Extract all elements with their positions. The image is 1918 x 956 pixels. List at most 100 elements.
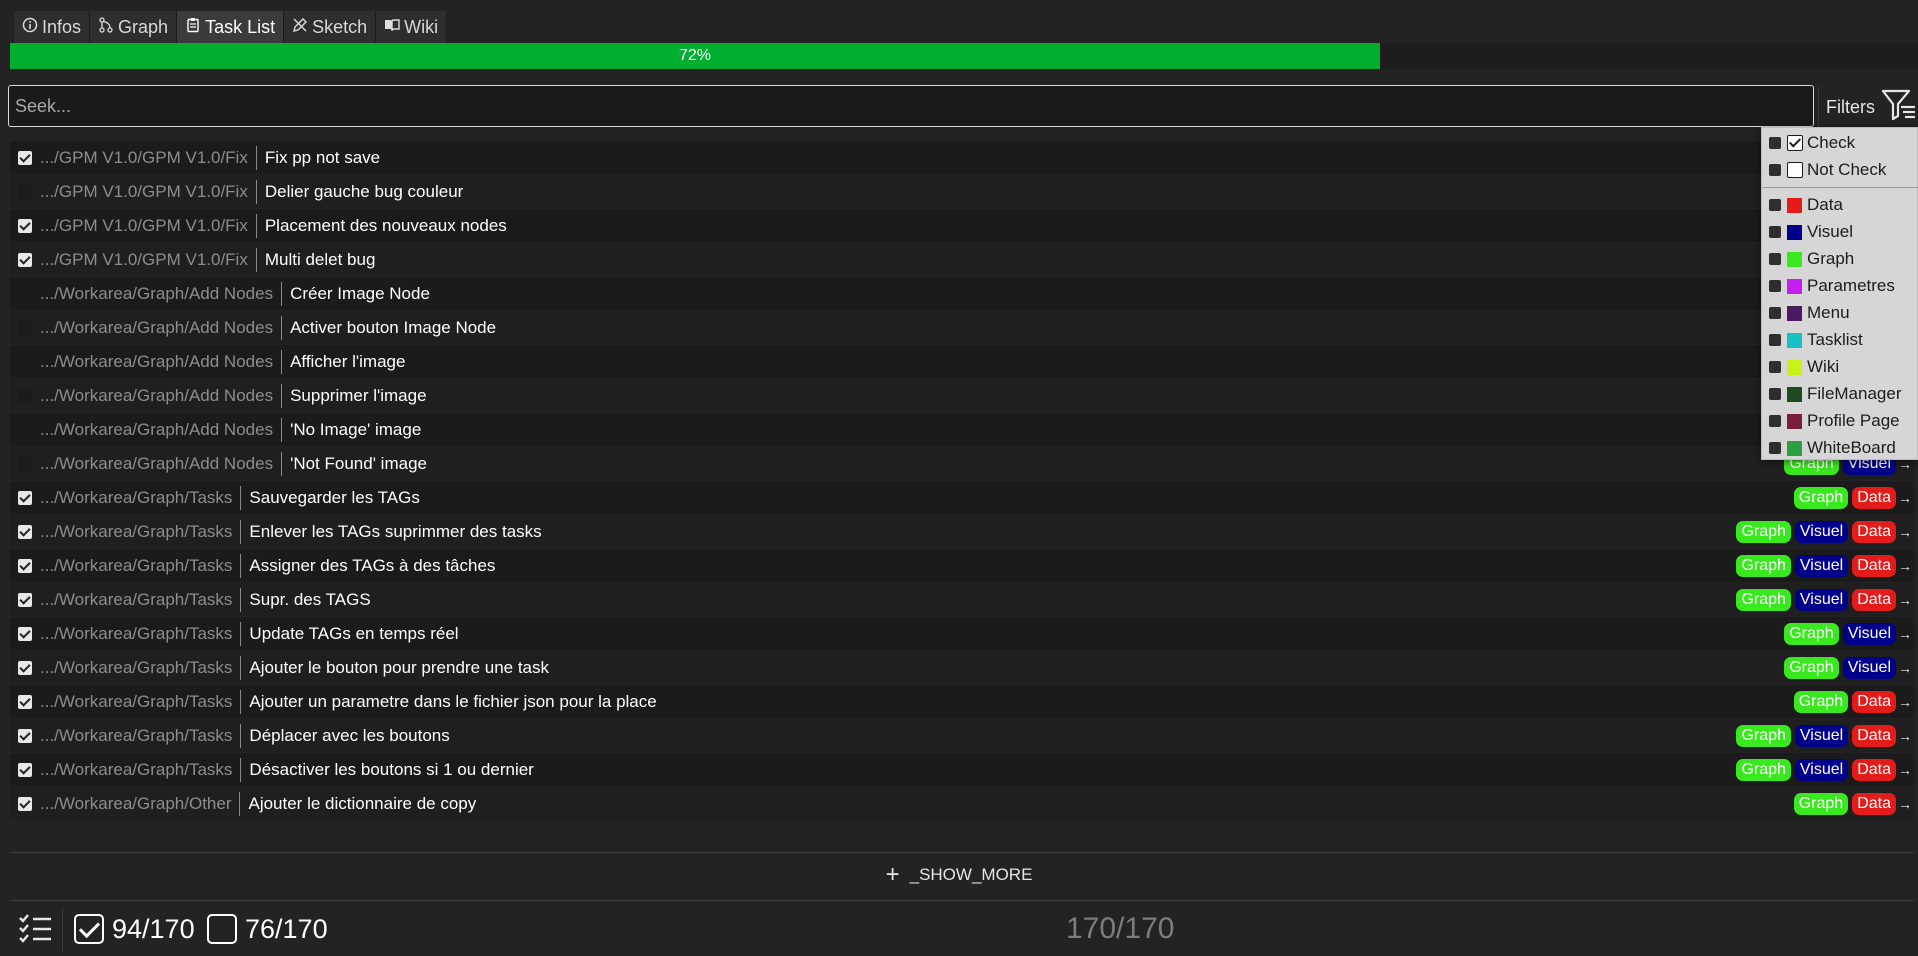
arrow-right-icon[interactable]: →: [1898, 624, 1912, 644]
color-swatch: [1787, 278, 1802, 294]
filter-option-profile-page[interactable]: Profile Page: [1762, 408, 1918, 434]
filter-option-whiteboard[interactable]: WhiteBoard: [1762, 435, 1918, 461]
task-checkbox[interactable]: [18, 286, 32, 301]
show-more-button[interactable]: + _SHOW_MORE: [0, 860, 1918, 890]
filter-checkbox[interactable]: [1769, 199, 1781, 211]
filter-checkbox[interactable]: [1769, 253, 1781, 265]
checked-count-stat[interactable]: 94/170: [74, 912, 195, 946]
tag-badge: Graph: [1793, 487, 1849, 509]
task-row[interactable]: .../Workarea/Graph/Tasks Sauvegarder les …: [10, 481, 1914, 515]
search-input[interactable]: [8, 85, 1814, 127]
task-checkbox[interactable]: [18, 388, 32, 403]
task-checkbox[interactable]: [18, 456, 32, 471]
task-checkbox[interactable]: [18, 626, 32, 641]
filter-option-label: Graph: [1807, 249, 1855, 268]
task-row[interactable]: .../Workarea/Graph/Other Ajouter le dicti…: [10, 787, 1914, 821]
task-row[interactable]: .../GPM V1.0/GPM V1.0/Fix Multi delet bug…: [10, 243, 1914, 277]
filter-checkbox[interactable]: [1769, 164, 1781, 176]
filter-option-graph[interactable]: Graph: [1762, 246, 1918, 272]
task-checkbox[interactable]: [18, 592, 32, 607]
tab-task-list[interactable]: Task List: [177, 11, 285, 43]
task-list: .../GPM V1.0/GPM V1.0/Fix Fix pp not save…: [10, 141, 1914, 821]
filter-checkbox[interactable]: [1769, 280, 1781, 292]
task-row[interactable]: .../Workarea/Graph/Tasks Enlever les TAGs…: [10, 515, 1914, 549]
task-row[interactable]: .../Workarea/Graph/Tasks Ajouter un param…: [10, 685, 1914, 719]
task-row[interactable]: .../Workarea/Graph/Add Nodes Créer Image …: [10, 277, 1914, 311]
arrow-right-icon[interactable]: →: [1898, 590, 1912, 610]
filter-option-check[interactable]: Check: [1762, 130, 1918, 156]
task-checkbox[interactable]: [18, 252, 32, 267]
task-checkbox[interactable]: [18, 694, 32, 709]
arrow-right-icon[interactable]: →: [1898, 522, 1912, 542]
filter-option-wiki[interactable]: Wiki: [1762, 354, 1918, 380]
filter-option-data[interactable]: Data: [1762, 192, 1918, 218]
task-path: .../Workarea/Graph/Add Nodes: [40, 349, 283, 374]
task-row[interactable]: .../GPM V1.0/GPM V1.0/Fix Placement des n…: [10, 209, 1914, 243]
task-checkbox[interactable]: [18, 422, 32, 437]
task-row[interactable]: .../Workarea/Graph/Add Nodes Activer bout…: [10, 311, 1914, 345]
filter-checkbox[interactable]: [1769, 415, 1781, 427]
filter-option-not-check[interactable]: Not Check: [1762, 157, 1918, 183]
task-title: Ajouter un parametre dans le fichier jso…: [249, 691, 657, 711]
checklist-icon[interactable]: [18, 912, 52, 946]
filter-option-menu[interactable]: Menu: [1762, 300, 1918, 326]
filter-checkbox[interactable]: [1769, 307, 1781, 319]
unchecked-count-stat[interactable]: 76/170: [207, 912, 328, 946]
arrow-right-icon[interactable]: →: [1898, 658, 1912, 678]
filter-checkbox[interactable]: [1769, 388, 1781, 400]
tab-sketch[interactable]: Sketch: [284, 11, 377, 43]
task-checkbox[interactable]: [18, 660, 32, 675]
tab-infos[interactable]: Infos: [14, 11, 91, 43]
task-checkbox[interactable]: [18, 728, 32, 743]
filter-option-label: Tasklist: [1807, 330, 1863, 349]
arrow-right-icon[interactable]: →: [1898, 726, 1912, 746]
task-row[interactable]: .../Workarea/Graph/Add Nodes Afficher l'i…: [10, 345, 1914, 379]
task-tags: Graph Visuel Data: [1736, 521, 1896, 543]
filter-checkbox[interactable]: [1769, 137, 1781, 149]
filters-button[interactable]: Filters: [1826, 89, 1917, 124]
task-row[interactable]: .../Workarea/Graph/Tasks Désactiver les b…: [10, 753, 1914, 787]
task-row[interactable]: .../Workarea/Graph/Tasks Supr. des TAGS Gr…: [10, 583, 1914, 617]
task-checkbox[interactable]: [18, 184, 32, 199]
task-row[interactable]: .../Workarea/Graph/Tasks Ajouter le bouto…: [10, 651, 1914, 685]
arrow-right-icon[interactable]: →: [1898, 488, 1912, 508]
task-row[interactable]: .../Workarea/Graph/Add Nodes 'Not Found' …: [10, 447, 1914, 481]
task-row[interactable]: .../GPM V1.0/GPM V1.0/Fix Fix pp not save…: [10, 141, 1914, 175]
filter-checkbox[interactable]: [1769, 226, 1781, 238]
arrow-right-icon[interactable]: →: [1898, 760, 1912, 780]
book-icon: [384, 17, 400, 38]
arrow-right-icon[interactable]: →: [1898, 556, 1912, 576]
task-checkbox[interactable]: [18, 354, 32, 369]
filter-option-visuel[interactable]: Visuel: [1762, 219, 1918, 245]
task-checkbox[interactable]: [18, 524, 32, 539]
task-row[interactable]: .../Workarea/Graph/Add Nodes Supprimer l'…: [10, 379, 1914, 413]
filter-checkbox[interactable]: [1769, 361, 1781, 373]
task-checkbox[interactable]: [18, 796, 32, 811]
task-row[interactable]: .../GPM V1.0/GPM V1.0/Fix Delier gauche b…: [10, 175, 1914, 209]
filter-option-label: Parametres: [1807, 276, 1895, 295]
task-tags: Graph Visuel Data: [1736, 555, 1896, 577]
tab-graph[interactable]: Graph: [90, 11, 178, 43]
filter-option-filemanager[interactable]: FileManager: [1762, 381, 1918, 407]
task-title: Delier gauche bug couleur: [264, 181, 464, 201]
task-checkbox[interactable]: [18, 320, 32, 335]
task-checkbox[interactable]: [18, 762, 32, 777]
arrow-right-icon[interactable]: →: [1898, 692, 1912, 712]
filter-option-tasklist[interactable]: Tasklist: [1762, 327, 1918, 353]
task-checkbox[interactable]: [18, 558, 32, 573]
filter-option-parametres[interactable]: Parametres: [1762, 273, 1918, 299]
empty-box-icon: [1787, 162, 1803, 178]
arrow-right-icon[interactable]: →: [1898, 794, 1912, 814]
task-checkbox[interactable]: [18, 490, 32, 505]
task-row[interactable]: .../Workarea/Graph/Add Nodes 'No Image' i…: [10, 413, 1914, 447]
task-title: Activer bouton Image Node: [290, 317, 497, 337]
tab-wiki[interactable]: Wiki: [376, 11, 448, 43]
task-row[interactable]: .../Workarea/Graph/Tasks Update TAGs en t…: [10, 617, 1914, 651]
filter-checkbox[interactable]: [1769, 334, 1781, 346]
task-checkbox[interactable]: [18, 218, 32, 233]
tag-badge: Data: [1852, 691, 1896, 713]
filter-checkbox[interactable]: [1769, 442, 1781, 454]
task-checkbox[interactable]: [18, 150, 32, 165]
task-row[interactable]: .../Workarea/Graph/Tasks Assigner des TAG…: [10, 549, 1914, 583]
task-row[interactable]: .../Workarea/Graph/Tasks Déplacer avec le…: [10, 719, 1914, 753]
